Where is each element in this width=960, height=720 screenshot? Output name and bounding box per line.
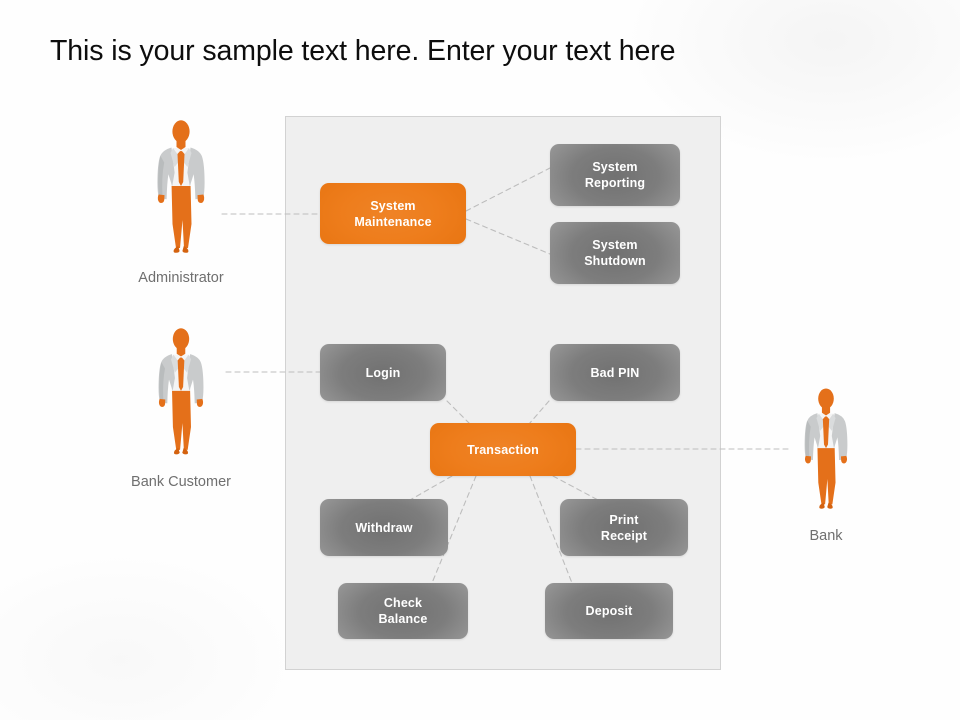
- slide-canvas: This is your sample text here. Enter you…: [0, 0, 960, 720]
- usecase-check-balance[interactable]: Check Balance: [338, 583, 468, 639]
- actor-bank[interactable]: Bank: [787, 388, 865, 558]
- usecase-print-receipt[interactable]: Print Receipt: [560, 499, 688, 556]
- usecase-system-maintenance[interactable]: System Maintenance: [320, 183, 466, 244]
- actor-bank-label: Bank: [809, 528, 843, 544]
- usecase-system-maintenance-label: System Maintenance: [354, 198, 432, 229]
- usecase-transaction[interactable]: Transaction: [430, 423, 576, 476]
- actor-administrator[interactable]: Administrator: [138, 120, 224, 295]
- usecase-withdraw[interactable]: Withdraw: [320, 499, 448, 556]
- usecase-print-receipt-label: Print Receipt: [600, 512, 648, 543]
- usecase-system-reporting-label: System Reporting: [584, 160, 646, 190]
- usecase-deposit-label: Deposit: [585, 604, 633, 618]
- usecase-bad-pin-label: Bad PIN: [590, 365, 640, 380]
- usecase-transaction-label: Transaction: [467, 442, 539, 457]
- usecase-check-balance-label: Check Balance: [378, 596, 428, 626]
- usecase-login[interactable]: Login: [320, 344, 446, 401]
- usecase-bad-pin[interactable]: Bad PIN: [550, 344, 680, 401]
- usecase-system-shutdown-label: System Shutdown: [584, 238, 646, 268]
- page-title: This is your sample text here. Enter you…: [50, 35, 676, 67]
- usecase-withdraw-label: Withdraw: [355, 520, 413, 535]
- actor-administrator-icon: [157, 120, 205, 253]
- usecase-login-label: Login: [365, 365, 401, 380]
- usecase-system-shutdown[interactable]: System Shutdown: [550, 222, 680, 284]
- actor-bank-customer-label: Bank Customer: [131, 474, 231, 490]
- actor-bank-icon: [804, 388, 848, 509]
- actor-bank-customer-icon: [158, 328, 204, 455]
- usecase-system-reporting[interactable]: System Reporting: [550, 144, 680, 206]
- actor-bank-customer[interactable]: Bank Customer: [131, 328, 231, 503]
- usecase-deposit[interactable]: Deposit: [545, 583, 673, 639]
- actor-administrator-label: Administrator: [138, 270, 224, 286]
